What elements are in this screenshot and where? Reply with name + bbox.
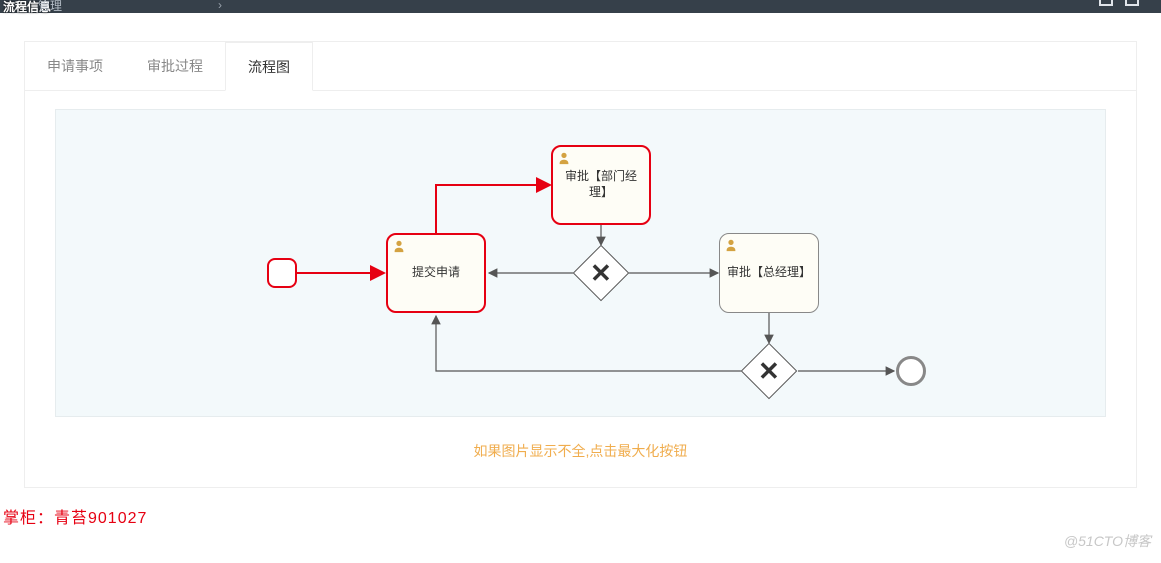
site-watermark: @51CTO博客 [1064, 531, 1151, 551]
bpmn-exclusive-gateway-1[interactable]: ✕ [573, 245, 630, 302]
gateway-x-icon: ✕ [590, 260, 612, 286]
chevron-right-icon: › [218, 0, 222, 12]
user-icon [557, 151, 571, 165]
tab-flowchart[interactable]: 流程图 [225, 42, 313, 91]
window-maximize-icon[interactable] [1125, 0, 1139, 6]
tab-bar: 申请事项 审批过程 流程图 [25, 42, 1136, 90]
task-label: 审批【总经理】 [727, 265, 811, 281]
task-label: 提交申请 [412, 265, 460, 281]
bpmn-task-dept-manager[interactable]: 审批【部门经理】 [551, 145, 651, 225]
task-label: 审批【部门经理】 [557, 169, 645, 200]
bpmn-exclusive-gateway-2[interactable]: ✕ [741, 343, 798, 400]
bpmn-task-general-manager[interactable]: 审批【总经理】 [719, 233, 819, 313]
bpmn-task-submit[interactable]: 提交申请 [386, 233, 486, 313]
content-card: 申请事项 审批过程 流程图 [24, 41, 1137, 488]
tab-apply-items[interactable]: 申请事项 [25, 42, 125, 90]
gateway-x-icon: ✕ [758, 358, 780, 384]
sidebar-submenu-label[interactable]: 管理 [38, 0, 62, 14]
tab-content: 提交申请 审批【部门经理】 ✕ 审批【总经理】 [25, 90, 1136, 487]
tab-approval-process[interactable]: 审批过程 [125, 42, 225, 90]
top-bar: 流程信息 管理 › [0, 0, 1161, 13]
bpmn-diagram-canvas[interactable]: 提交申请 审批【部门经理】 ✕ 审批【总经理】 [55, 109, 1106, 417]
bpmn-end-event[interactable] [896, 356, 926, 386]
user-icon [392, 239, 406, 253]
hint-text: 如果图片显示不全,点击最大化按钮 [55, 441, 1106, 461]
window-minimize-icon[interactable] [1099, 0, 1113, 6]
user-icon [724, 238, 738, 252]
bpmn-start-event[interactable] [267, 258, 297, 288]
owner-watermark: 掌柜：青苔901027 [3, 504, 147, 528]
